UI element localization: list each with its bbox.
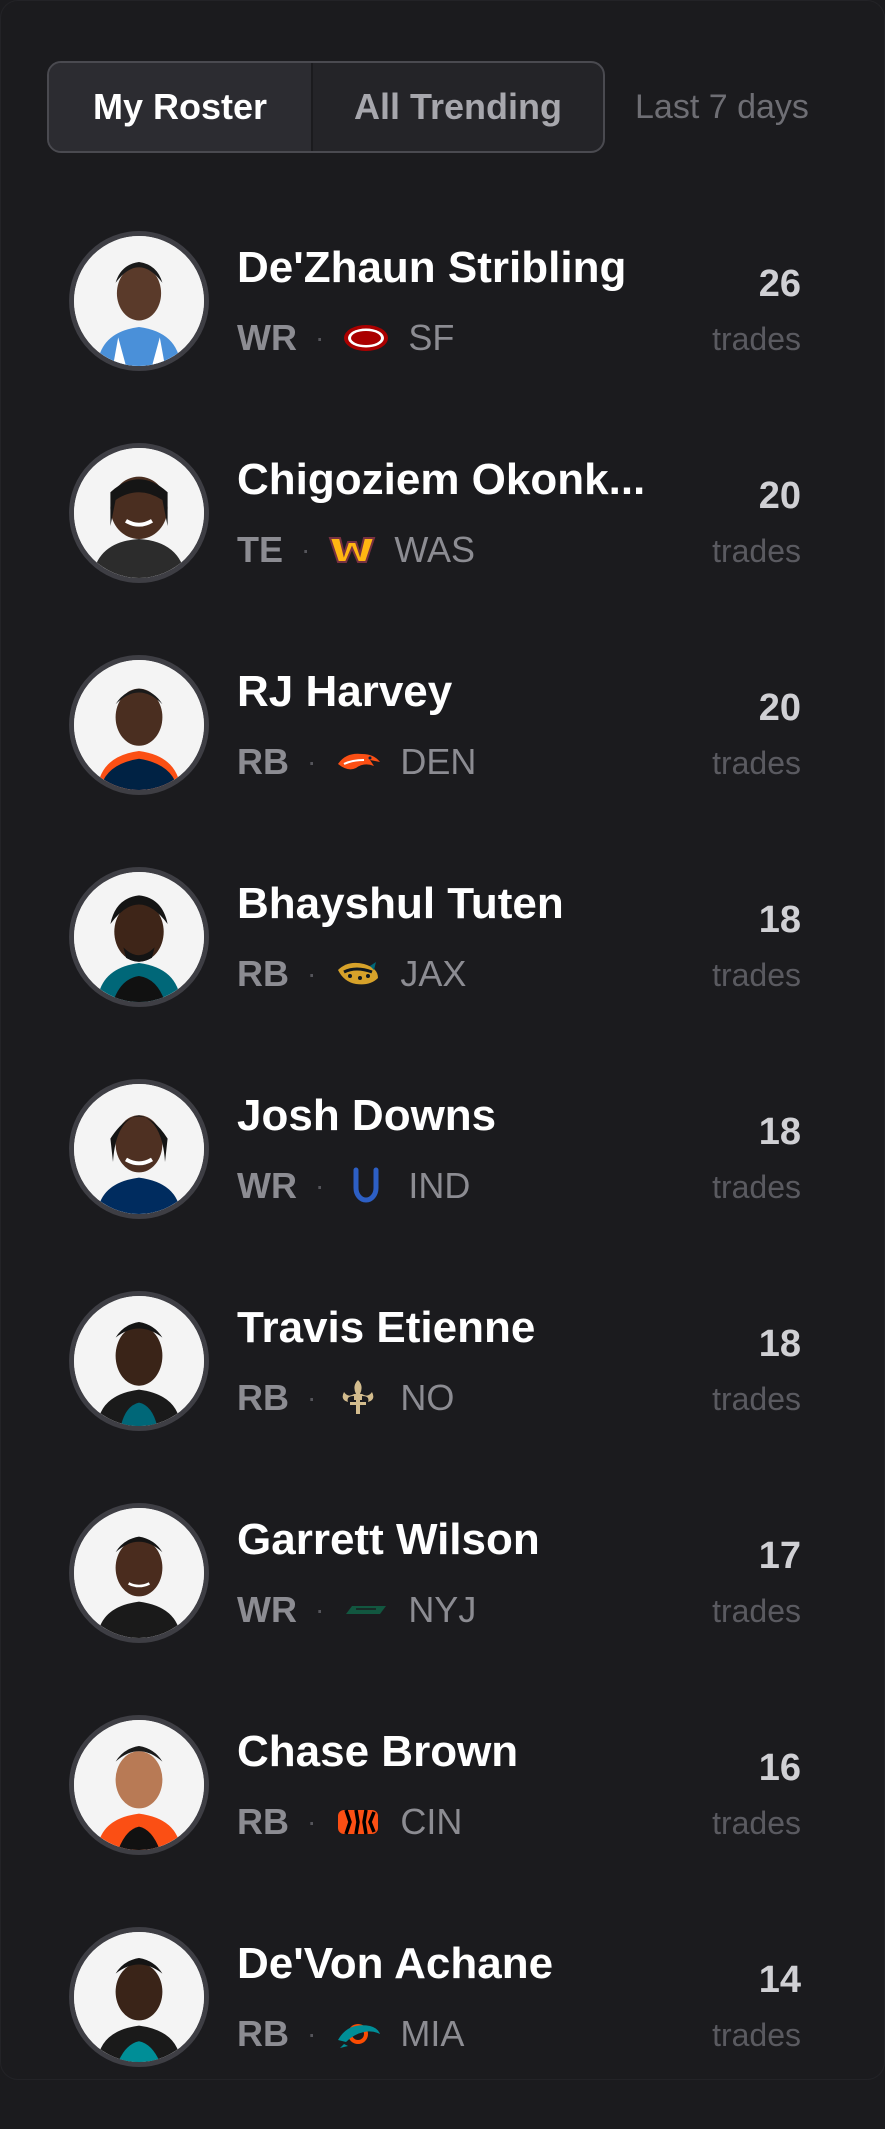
separator-dot: · [307, 746, 317, 777]
tab-my-roster[interactable]: My Roster [49, 63, 313, 151]
time-range-label: Last 7 days [635, 87, 809, 126]
jets-logo-icon [342, 1590, 390, 1630]
player-avatar [69, 655, 209, 795]
trade-count-label: trades [712, 745, 801, 781]
roster-toggle: My Roster All Trending [47, 61, 605, 153]
player-name: RJ Harvey [237, 667, 453, 716]
player-name: De'Zhaun Stribling [237, 243, 627, 292]
player-team: MIA [400, 2013, 465, 2054]
player-meta: RB · MIA [237, 2009, 464, 2059]
trade-count: 18 [758, 1111, 801, 1153]
player-meta: RB · DEN [237, 737, 476, 787]
trade-count: 16 [758, 1747, 801, 1789]
trade-count: 17 [758, 1535, 801, 1577]
trade-count-label: trades [712, 1169, 801, 1205]
player-position: RB [237, 741, 289, 782]
player-row[interactable]: Josh Downs WR · IND 18 trades [1, 1069, 885, 1281]
player-name: Bhayshul Tuten [237, 879, 564, 928]
broncos-logo-icon [334, 742, 382, 782]
player-row[interactable]: De'Zhaun Stribling WR · SF 26 trades [1, 221, 885, 433]
player-team: NO [400, 1377, 455, 1418]
player-meta: WR · SF [237, 313, 454, 363]
player-row[interactable]: Travis Etienne RB · NO 18 trades [1, 1281, 885, 1493]
player-position: RB [237, 1801, 289, 1842]
bengals-logo-icon [334, 1802, 382, 1842]
trade-count: 18 [758, 1323, 801, 1365]
player-name: Josh Downs [237, 1091, 497, 1140]
trade-count-label: trades [712, 1381, 801, 1417]
player-team: JAX [400, 953, 467, 994]
colts-logo-icon [342, 1166, 390, 1206]
trade-count: 14 [758, 1959, 801, 2001]
player-position: WR [237, 1165, 297, 1206]
trade-count-label: trades [712, 533, 801, 569]
player-name: De'Von Achane [237, 1939, 554, 1988]
player-team: CIN [400, 1801, 463, 1842]
player-team: IND [408, 1165, 471, 1206]
player-row[interactable]: Chigoziem Okonk... TE · WAS 20 trades [1, 433, 885, 645]
trade-count: 20 [758, 475, 801, 517]
player-row[interactable]: RJ Harvey RB · DEN 20 trades [1, 645, 885, 857]
player-meta: WR · NYJ [237, 1585, 476, 1635]
dolphins-logo-icon [334, 2014, 382, 2054]
player-avatar [69, 1927, 209, 2067]
tab-all-trending[interactable]: All Trending [313, 63, 603, 151]
player-team: DEN [400, 741, 477, 782]
commanders-logo-icon [328, 530, 376, 570]
player-avatar [69, 1503, 209, 1643]
player-meta: TE · WAS [237, 525, 475, 575]
player-position: TE [237, 529, 284, 570]
trade-count-label: trades [712, 957, 801, 993]
49ers-logo-icon [342, 318, 390, 358]
player-position: RB [237, 953, 289, 994]
player-row[interactable]: Chase Brown RB · CIN 16 trades [1, 1705, 885, 1917]
player-meta: WR · IND [237, 1161, 470, 1211]
player-meta: RB · JAX [237, 949, 466, 999]
player-position: RB [237, 2013, 289, 2054]
saints-logo-icon [334, 1378, 382, 1418]
player-meta: RB · CIN [237, 1797, 462, 1847]
player-list: De'Zhaun Stribling WR · SF 26 trades Chi… [1, 221, 885, 2129]
player-team: NYJ [408, 1589, 477, 1630]
player-name: Chase Brown [237, 1727, 519, 1776]
player-avatar [69, 231, 209, 371]
player-name: Travis Etienne [237, 1303, 536, 1352]
trade-count: 18 [758, 899, 801, 941]
trade-count: 26 [758, 263, 801, 305]
trending-panel: My Roster All Trending Last 7 days De'Zh… [0, 0, 885, 2080]
separator-dot: · [307, 958, 317, 989]
header: My Roster All Trending Last 7 days [47, 61, 809, 153]
player-position: WR [237, 317, 297, 358]
player-name: Chigoziem Okonk... [237, 455, 646, 504]
trade-count-label: trades [712, 2017, 801, 2053]
trade-count: 20 [758, 687, 801, 729]
player-avatar [69, 443, 209, 583]
trade-count-label: trades [712, 321, 801, 357]
player-avatar [69, 1715, 209, 1855]
separator-dot: · [301, 534, 311, 565]
separator-dot: · [314, 1594, 325, 1625]
player-avatar [69, 867, 209, 1007]
jaguars-logo-icon [334, 954, 382, 994]
player-avatar [69, 1291, 209, 1431]
player-team: SF [408, 317, 455, 358]
separator-dot: · [314, 1170, 325, 1201]
trade-count-label: trades [712, 1805, 801, 1841]
player-row[interactable]: Garrett Wilson WR · NYJ 17 trades [1, 1493, 885, 1705]
player-name: Garrett Wilson [237, 1515, 540, 1564]
trade-count-label: trades [712, 1593, 801, 1629]
player-avatar [69, 1079, 209, 1219]
player-team: WAS [394, 529, 476, 570]
separator-dot: · [314, 322, 325, 353]
player-row[interactable]: Bhayshul Tuten RB · JAX 18 trades [1, 857, 885, 1069]
player-position: RB [237, 1377, 289, 1418]
separator-dot: · [307, 2018, 317, 2049]
player-position: WR [237, 1589, 297, 1630]
player-row[interactable]: De'Von Achane RB · MIA 14 trades [1, 1917, 885, 2129]
separator-dot: · [307, 1806, 317, 1837]
separator-dot: · [307, 1382, 317, 1413]
player-meta: RB · NO [237, 1373, 454, 1423]
